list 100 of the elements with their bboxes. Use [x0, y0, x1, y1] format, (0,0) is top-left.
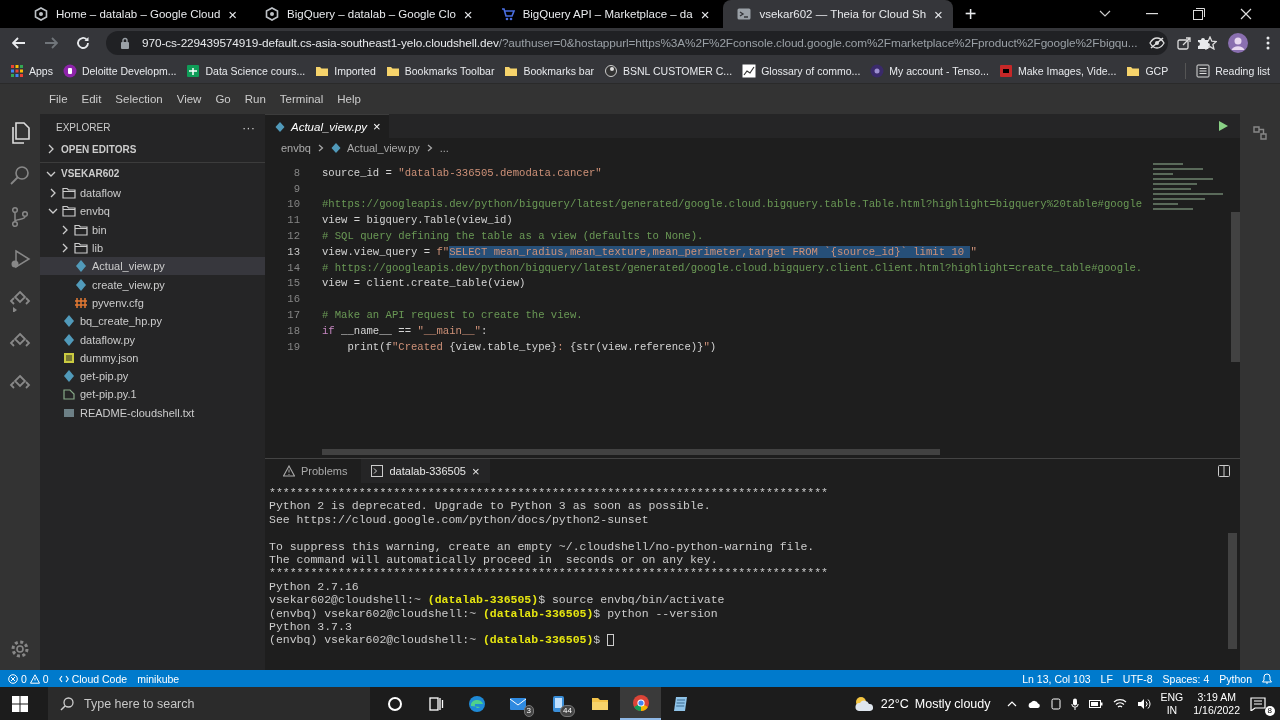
search-field[interactable]: Type here to search — [48, 687, 370, 720]
reading-list-button[interactable]: Reading list — [1196, 63, 1270, 78]
section-header[interactable]: VSEKAR602 — [40, 162, 265, 184]
clock[interactable]: 3:19 AM 1/16/2022 — [1193, 690, 1240, 717]
maximize-icon[interactable] — [1193, 8, 1205, 20]
speaker-icon[interactable] — [1136, 697, 1151, 710]
browser-tab[interactable]: BigQuery API – Marketplace – da × — [486, 0, 720, 28]
menu-item[interactable]: Terminal — [272, 93, 331, 105]
breadcrumb-item[interactable]: Actual_view.py — [347, 141, 420, 154]
search-icon[interactable] — [9, 164, 31, 186]
bookmark[interactable]: GCP — [1126, 63, 1169, 78]
panel-tab[interactable]: Problems — [273, 459, 358, 483]
more-button[interactable]: ··· — [242, 119, 255, 135]
bookmark[interactable]: Deloitte Developm... — [62, 63, 177, 78]
problems-status[interactable]: 0 0 — [8, 672, 49, 685]
bookmark[interactable]: Make Images, Vide... — [998, 63, 1117, 78]
status-item[interactable]: Python — [1219, 672, 1252, 685]
weather-widget[interactable]: 22°C Mostly cloudy — [852, 694, 991, 713]
tree-item[interactable]: lib — [40, 238, 265, 258]
close-button[interactable]: × — [934, 5, 943, 23]
puzzle-icon[interactable] — [1196, 36, 1210, 50]
bookmark[interactable]: Bookmarks bar — [504, 63, 594, 78]
microphone-icon[interactable] — [1070, 697, 1079, 710]
close-button[interactable]: × — [228, 5, 238, 23]
menu-item[interactable]: Selection — [108, 93, 170, 105]
tree-item[interactable]: envbq — [40, 202, 265, 221]
close-button[interactable]: × — [373, 119, 381, 134]
panel-tab[interactable]: datalab-336505 × — [361, 459, 490, 483]
forward-arrow-icon[interactable] — [44, 37, 58, 49]
taskbar-app[interactable]: 44 — [538, 687, 579, 720]
tree-item[interactable]: get-pip.py — [40, 366, 265, 386]
bookmark[interactable]: Data Science cours... — [186, 63, 306, 78]
menu-item[interactable]: Run — [237, 93, 273, 105]
menu-item[interactable]: Help — [330, 93, 368, 105]
cloud-code-icon[interactable] — [9, 290, 31, 312]
wifi-icon[interactable] — [1112, 698, 1127, 709]
tree-item[interactable]: dataflow.py — [40, 330, 265, 349]
bookmark[interactable]: BSNL CUSTOMER C... — [604, 63, 733, 78]
bookmark[interactable]: My account - Tenso... — [870, 63, 989, 78]
avatar-icon[interactable] — [1228, 33, 1248, 53]
editor-tab[interactable]: Actual_view.py × — [265, 114, 389, 138]
split-icon[interactable] — [1218, 465, 1230, 477]
battery-icon[interactable] — [1088, 699, 1103, 708]
breadcrumb-item[interactable]: ... — [439, 141, 449, 154]
minimize-icon[interactable] — [1146, 13, 1158, 15]
files-icon[interactable] — [9, 122, 31, 144]
tree-item[interactable]: Actual_view.py — [40, 257, 265, 276]
reload-icon[interactable] — [76, 36, 90, 50]
browser-tab[interactable]: BigQuery – datalab – Google Clo × — [251, 0, 483, 28]
browser-tab[interactable]: vsekar602 — Theia for Cloud Sh × — [723, 0, 953, 28]
eye-off-icon[interactable] — [1149, 37, 1166, 49]
scrollbar-thumb[interactable] — [322, 449, 940, 455]
star-icon[interactable] — [1203, 36, 1218, 50]
bookmark[interactable]: Bookmarks Toolbar — [385, 63, 495, 78]
taskbar-app[interactable]: 3 — [497, 687, 538, 720]
windows-icon[interactable] — [12, 695, 28, 712]
bookmark[interactable]: Glossary of commo... — [742, 63, 861, 78]
new-tab-button[interactable]: + — [964, 0, 977, 28]
bookmark[interactable]: Apps — [10, 63, 53, 78]
scrollbar-thumb[interactable] — [1228, 533, 1237, 649]
language-indicator[interactable]: ENG IN — [1160, 690, 1184, 717]
bookmark[interactable]: Imported — [315, 63, 376, 78]
kebab-menu-icon[interactable] — [1266, 36, 1270, 50]
status-item[interactable]: UTF-8 — [1122, 672, 1153, 685]
status-item[interactable]: LF — [1100, 672, 1113, 685]
chevron-up-icon[interactable] — [1006, 700, 1017, 707]
share-icon[interactable] — [1177, 36, 1192, 50]
close-button[interactable]: × — [471, 463, 480, 479]
cloud-icon[interactable] — [1026, 698, 1041, 709]
status-item[interactable]: Ln 13, Col 103 — [1022, 672, 1091, 685]
run-icon[interactable] — [1218, 121, 1228, 131]
status-item[interactable]: minikube — [137, 672, 180, 685]
menu-item[interactable]: Go — [208, 93, 238, 105]
settings-icon[interactable] — [9, 638, 31, 660]
close-icon[interactable] — [1240, 8, 1252, 20]
tree-item[interactable]: dummy.json — [40, 348, 265, 367]
taskbar-app[interactable] — [620, 687, 661, 720]
scrollbar-thumb[interactable] — [1231, 212, 1240, 362]
browser-tab[interactable]: Home – datalab – Google Cloud × — [20, 0, 248, 28]
section-header[interactable]: OPEN EDITORS — [40, 138, 265, 160]
notifications-button[interactable]: 8 — [1250, 693, 1272, 714]
tree-item[interactable]: bin — [40, 220, 265, 239]
source-control-icon[interactable] — [9, 206, 31, 228]
tree-item[interactable]: get-pip.py.1 — [40, 385, 265, 404]
menu-item[interactable]: File — [42, 93, 75, 105]
tree-item[interactable]: README-cloudshell.txt — [40, 403, 265, 422]
menu-item[interactable]: View — [169, 93, 209, 105]
breadcrumb-item[interactable]: envbq — [281, 141, 311, 154]
bell-icon[interactable] — [1262, 673, 1272, 684]
status-item[interactable]: Cloud Code — [58, 672, 128, 685]
back-arrow-icon[interactable] — [12, 37, 26, 49]
close-button[interactable]: × — [463, 5, 473, 23]
tree-item[interactable]: bq_create_hp.py — [40, 312, 265, 331]
status-item[interactable]: Spaces: 4 — [1162, 672, 1210, 685]
debug-icon[interactable] — [9, 248, 31, 270]
tree-item[interactable]: create_view.py — [40, 275, 265, 294]
device-icon[interactable] — [1050, 697, 1061, 710]
tree-item[interactable]: dataflow — [40, 184, 265, 203]
menu-item[interactable]: Edit — [74, 93, 109, 105]
close-button[interactable]: × — [700, 5, 710, 23]
